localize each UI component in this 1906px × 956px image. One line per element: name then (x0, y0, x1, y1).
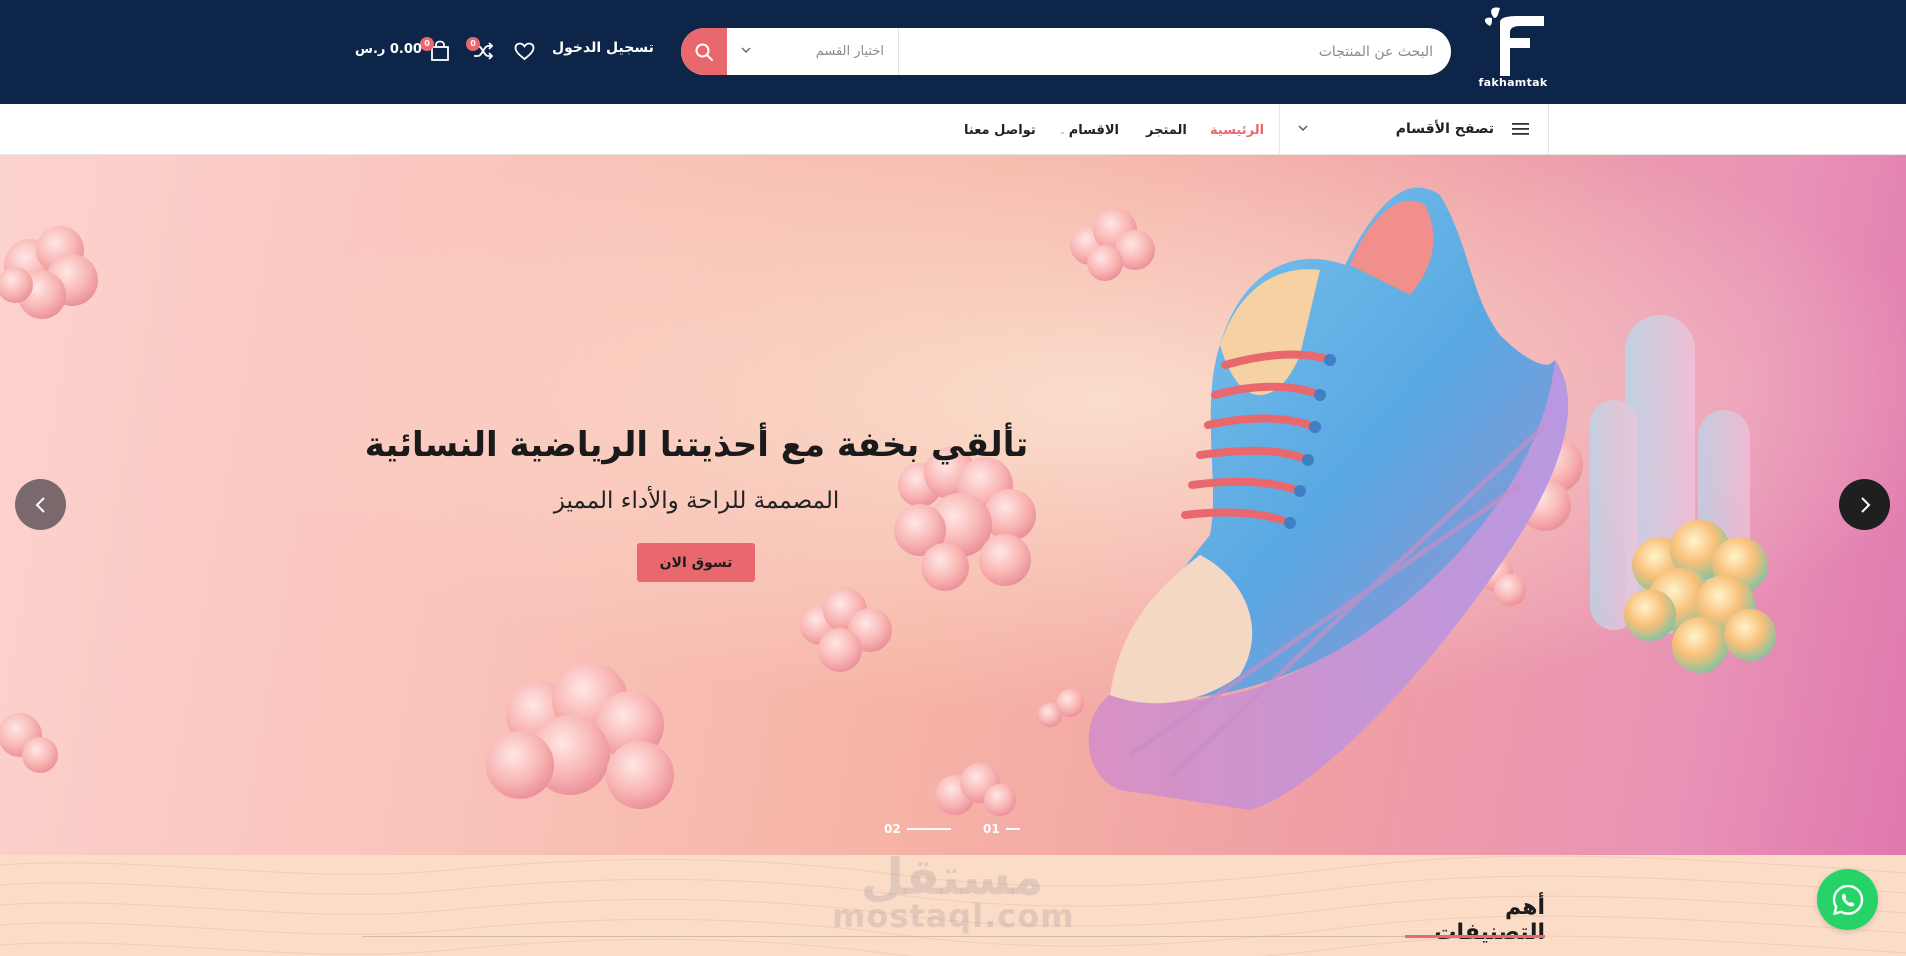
nav-link-categories-label: الاقسام (1068, 123, 1119, 138)
category-select-label: اختيار القسم (815, 44, 884, 59)
chevron-down-icon: ⌄ (1059, 127, 1066, 136)
chevron-left-icon (35, 496, 45, 513)
hero-slider: تألقي بخفة مع أحذيتنا الرياضية النسائية … (0, 155, 1906, 855)
nav-link-home[interactable]: الرئيسية (1210, 123, 1264, 138)
section-title-underline (1405, 935, 1545, 938)
hamburger-icon (1512, 123, 1529, 135)
wishlist-button[interactable] (511, 38, 537, 64)
slide-indicator-line (906, 828, 951, 830)
search-input[interactable] (899, 28, 1451, 75)
shop-now-button[interactable]: تسوق الان (637, 543, 755, 582)
hero-title: تألقي بخفة مع أحذيتنا الرياضية النسائية (364, 425, 1029, 465)
whatsapp-icon (1832, 884, 1863, 915)
cart-total[interactable]: 0.00 ر.س (355, 42, 422, 57)
slide-indicator-line (1005, 828, 1020, 830)
search-button[interactable] (681, 28, 727, 75)
slider-next-button[interactable] (1839, 479, 1890, 530)
brand-wordmark: fakhamtak (1478, 76, 1548, 89)
browse-categories-label: تصفح الأقسام (1395, 121, 1494, 137)
top-header: fakhamtak اختيار القسم تسجيل الدخول (0, 0, 1906, 104)
nav-link-shop[interactable]: المتجر (1146, 123, 1187, 138)
slide-indicator-number: 02 (884, 822, 901, 836)
main-navigation: تصفح الأقسام الرئيسية المتجر الاقسام⌄ تو… (0, 104, 1906, 155)
search-divider (898, 28, 899, 75)
slider-prev-button[interactable] (15, 479, 66, 530)
chevron-down-icon (1298, 125, 1308, 131)
login-link[interactable]: تسجيل الدخول (552, 40, 654, 56)
chevron-right-icon (1860, 496, 1870, 513)
chevron-down-icon (741, 46, 751, 57)
cart-count-badge: 0 (420, 37, 434, 51)
category-select[interactable]: اختيار القسم (727, 28, 898, 75)
slide-indicator-2[interactable]: 02 (884, 822, 951, 836)
nav-link-categories[interactable]: الاقسام⌄ (1059, 123, 1119, 138)
whatsapp-button[interactable] (1817, 869, 1878, 930)
compare-count-badge: 0 (466, 37, 480, 51)
nav-link-contact[interactable]: تواصل معنا (964, 123, 1036, 138)
browse-categories-button[interactable]: تصفح الأقسام (1279, 104, 1549, 155)
slide-indicator-1[interactable]: 01 (983, 822, 1020, 836)
search-icon (695, 43, 713, 61)
watermark-latin: mostaql.com (832, 897, 1075, 935)
search-bar: اختيار القسم (681, 28, 1451, 75)
hero-subtitle: المصممة للراحة والأداء المميز (553, 488, 840, 514)
section-divider (362, 936, 1545, 937)
heart-icon (514, 42, 534, 60)
slide-indicator-number: 01 (983, 822, 1000, 836)
